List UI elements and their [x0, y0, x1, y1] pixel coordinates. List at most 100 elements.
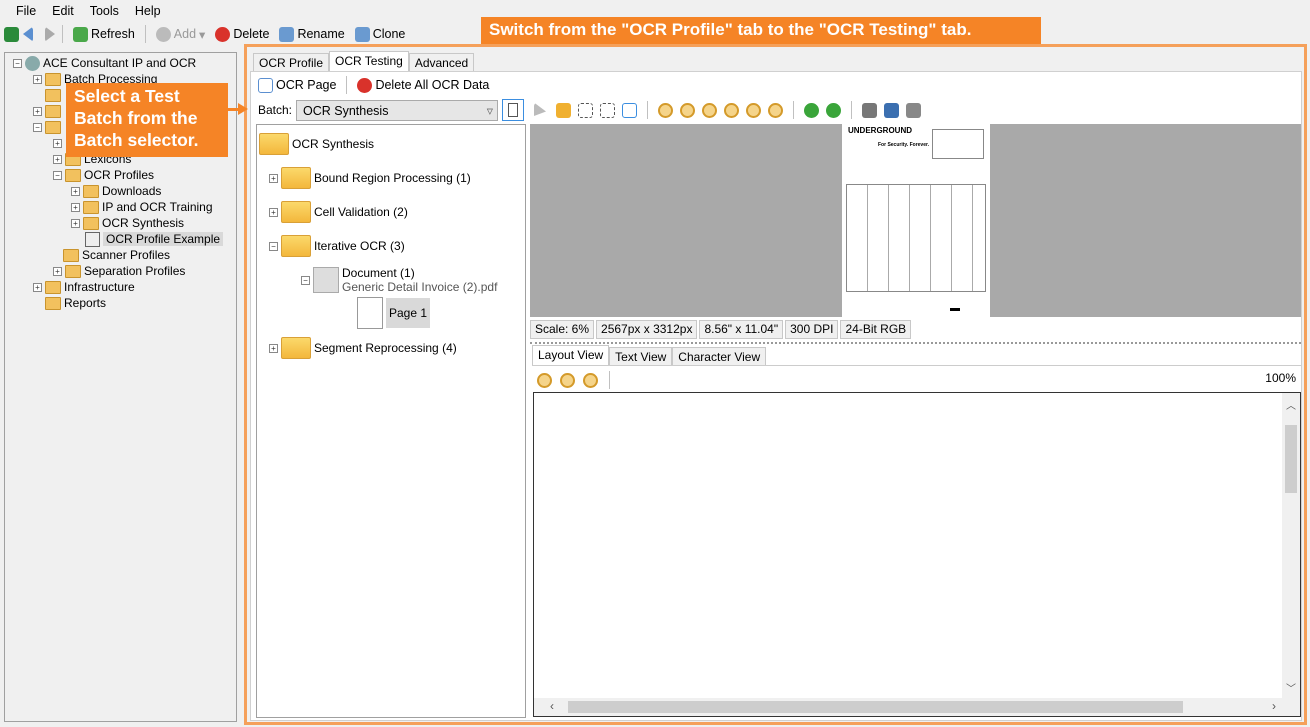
folder-label: Iterative OCR (3)	[314, 239, 405, 253]
batch-folder[interactable]: + Segment Reprocessing (4)	[269, 335, 457, 361]
panel-toggle-icon[interactable]	[4, 26, 19, 42]
tree-item-downloads[interactable]: + Downloads	[71, 183, 161, 199]
add-button[interactable]: Add ▾	[153, 26, 209, 42]
select-region-icon[interactable]	[578, 102, 593, 118]
clone-label: Clone	[372, 27, 406, 41]
folder-icon	[45, 280, 61, 294]
tree-item-scanner-profiles[interactable]: Scanner Profiles	[63, 247, 170, 263]
delete-button[interactable]: Delete	[212, 26, 272, 42]
tree-item-reports[interactable]: Reports	[45, 295, 106, 311]
rename-icon	[279, 26, 295, 42]
fit-page-icon[interactable]	[724, 102, 739, 118]
layout-view-area[interactable]: ︿ ﹀ ‹ ›	[533, 392, 1301, 717]
folder-icon	[45, 104, 61, 118]
menu-file[interactable]: File	[8, 4, 44, 18]
delete-icon	[357, 77, 373, 93]
ocr-page-button[interactable]: OCR Page	[255, 77, 339, 93]
folder-icon	[281, 167, 311, 189]
batch-tree: OCR Synthesis + Bound Region Processing (…	[256, 124, 526, 718]
splitter[interactable]	[530, 342, 1301, 344]
tree-item-ocr-profile-example[interactable]: OCR Profile Example	[85, 231, 224, 247]
add-icon	[155, 26, 171, 42]
zoom-page-icon[interactable]	[622, 102, 637, 118]
forward-icon[interactable]	[45, 26, 55, 42]
rotate-left-icon[interactable]	[826, 102, 841, 118]
tree-label: Separation Profiles	[84, 264, 186, 278]
rotate-right-icon[interactable]	[804, 102, 819, 118]
tab-text-view[interactable]: Text View	[609, 347, 673, 365]
zoom-region-icon[interactable]	[600, 102, 615, 118]
batch-folder[interactable]: + Bound Region Processing (1)	[269, 165, 471, 191]
batch-folder[interactable]: + Cell Validation (2)	[269, 199, 408, 225]
menu-edit[interactable]: Edit	[44, 4, 82, 18]
tree-item-ip-ocr-training[interactable]: + IP and OCR Training	[71, 199, 213, 215]
menu-tools[interactable]: Tools	[82, 4, 127, 18]
clone-button[interactable]: Clone	[352, 26, 409, 42]
tree-item-infrastructure[interactable]: + Infrastructure	[33, 279, 135, 295]
vertical-scrollbar[interactable]: ︿ ﹀	[1282, 393, 1300, 699]
tab-advanced[interactable]: Advanced	[408, 53, 475, 71]
dropdown-icon: ▿	[486, 104, 493, 118]
pointer-icon[interactable]	[534, 102, 546, 116]
tree-label: OCR Synthesis	[102, 216, 185, 230]
pan-hand-icon[interactable]	[556, 102, 571, 118]
horizontal-scrollbar[interactable]: ‹ ›	[534, 698, 1300, 716]
tree-item-separation-profiles[interactable]: + Separation Profiles	[53, 263, 185, 279]
batch-root-label: OCR Synthesis	[292, 137, 375, 151]
batch-root[interactable]: OCR Synthesis	[259, 131, 374, 157]
folder-icon	[63, 248, 79, 262]
actual-size-icon[interactable]	[583, 372, 598, 388]
tree-item-ocr-synthesis[interactable]: + OCR Synthesis	[71, 215, 184, 231]
tab-ocr-profile[interactable]: OCR Profile	[253, 53, 330, 71]
refresh-button[interactable]: Refresh	[70, 26, 138, 42]
tree-item-ocr-profiles[interactable]: − OCR Profiles	[53, 167, 154, 183]
folder-icon	[281, 235, 311, 257]
pdf-document-icon	[313, 267, 339, 293]
page-node[interactable]: Page 1	[357, 297, 431, 329]
zoom-out-icon[interactable]	[560, 372, 575, 388]
delete-all-label: Delete All OCR Data	[375, 78, 490, 92]
actual-size-icon[interactable]	[702, 102, 717, 118]
folder-icon	[83, 184, 99, 198]
document-icon	[508, 103, 518, 117]
folder-icon	[45, 120, 61, 134]
folder-label: Cell Validation (2)	[314, 205, 408, 219]
folder-icon	[83, 216, 99, 230]
tree-label: Scanner Profiles	[82, 248, 171, 262]
zoom-out-icon[interactable]	[680, 102, 695, 118]
folder-icon	[45, 88, 61, 102]
back-icon[interactable]	[23, 26, 33, 42]
tree-root[interactable]: − ACE Consultant IP and OCR	[13, 55, 196, 71]
folder-icon	[65, 264, 81, 278]
save-icon[interactable]	[884, 102, 899, 118]
document-node[interactable]: − Document (1) Generic Detail Invoice (2).…	[301, 265, 497, 295]
tab-character-view[interactable]: Character View	[672, 347, 767, 365]
zoom-in-icon[interactable]	[658, 102, 673, 118]
tab-ocr-testing[interactable]: OCR Testing	[329, 51, 409, 71]
tools-icon[interactable]	[906, 102, 921, 118]
tab-layout-view[interactable]: Layout View	[532, 345, 610, 365]
ocr-page-label: OCR Page	[276, 78, 337, 92]
page-preview: UNDERGROUND For Security. Forever.	[842, 124, 990, 317]
batch-label: Batch:	[258, 103, 293, 117]
folder-icon	[281, 337, 311, 359]
menu-help[interactable]: Help	[127, 4, 169, 18]
fit-height-icon[interactable]	[768, 102, 783, 118]
print-icon[interactable]	[862, 102, 877, 118]
rename-button[interactable]: Rename	[276, 26, 347, 42]
delete-icon	[215, 26, 231, 42]
delete-all-ocr-button[interactable]: Delete All OCR Data	[354, 77, 492, 93]
refresh-label: Refresh	[91, 27, 135, 41]
layout-zoom-toolbar	[537, 371, 613, 389]
dpi-status: 300 DPI	[785, 320, 839, 339]
batch-selector[interactable]: OCR Synthesis ▿	[296, 100, 498, 121]
instruction-callout-top: Switch from the "OCR Profile" tab to the…	[481, 17, 1041, 44]
batch-folder[interactable]: − Iterative OCR (3)	[269, 233, 405, 259]
fit-width-icon[interactable]	[746, 102, 761, 118]
folder-label: Bound Region Processing (1)	[314, 171, 471, 185]
zoom-in-icon[interactable]	[537, 372, 552, 388]
batch-info-button[interactable]	[502, 99, 524, 121]
tree-label: OCR Profiles	[84, 168, 155, 182]
tab-strip: OCR Profile OCR Testing Advanced	[253, 51, 475, 71]
pixel-size-status: 2567px x 3312px	[596, 320, 698, 339]
